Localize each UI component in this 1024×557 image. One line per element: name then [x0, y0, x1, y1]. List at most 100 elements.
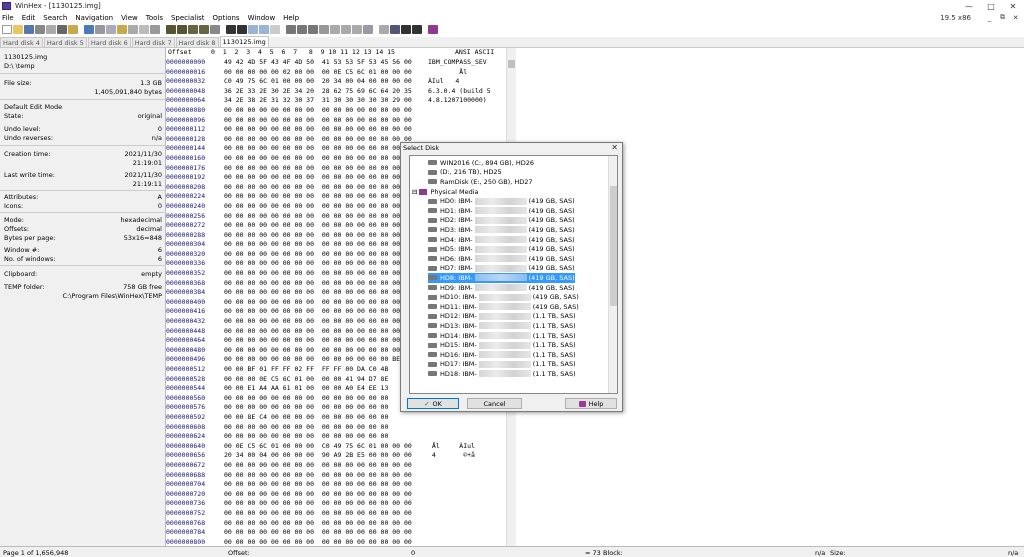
- hex-row[interactable]: 00 00 00 00 00 00 00 00 00 00 00 00 00 0…: [224, 461, 424, 471]
- disk-tree-scroll-thumb[interactable]: [610, 186, 617, 306]
- hex-row[interactable]: C0 49 75 6C 01 00 00 00 20 34 00 04 00 0…: [224, 77, 424, 87]
- hex-row[interactable]: 00 00 00 0E C5 6C 01 00 00 00 41 94 D7 8…: [224, 375, 424, 385]
- menu-specialist[interactable]: Specialist: [171, 14, 205, 22]
- hex-row[interactable]: 34 2E 38 2E 31 32 30 37 31 30 30 30 30 3…: [224, 96, 424, 106]
- find-next-icon[interactable]: [210, 25, 220, 34]
- ascii-row[interactable]: Ål ÀIul: [428, 442, 508, 452]
- menu-edit[interactable]: Edit: [22, 14, 36, 22]
- ascii-row[interactable]: [428, 480, 508, 490]
- physical-disk-item[interactable]: HD2: IBM- (419 GB, SAS): [428, 216, 575, 226]
- hex-row[interactable]: 00 00 00 00 00 00 00 00 00 00 00 00 00 0…: [224, 259, 424, 269]
- hex-row[interactable]: 00 00 00 00 00 00 00 00 00 00 00 00 00 0…: [224, 499, 424, 509]
- help-icon[interactable]: [428, 25, 438, 34]
- disk-tree[interactable]: WIN2016 (C:, 894 GB), HD26 (D:, 216 TB), …: [409, 155, 618, 394]
- tab-hard-disk-4[interactable]: Hard disk 4: [0, 37, 43, 47]
- tab-hard-disk-7[interactable]: Hard disk 7: [131, 37, 175, 47]
- physical-disk-item[interactable]: HD16: IBM- (1.1 TB, SAS): [428, 350, 576, 360]
- ascii-row[interactable]: [428, 432, 508, 442]
- case-icon[interactable]: [68, 25, 78, 34]
- hex-row[interactable]: 00 00 00 00 00 00 00 00 00 00 00 00 00 0…: [224, 154, 424, 164]
- hex-row[interactable]: 00 00 00 00 00 00 00 00 00 00 00 00 00 0…: [224, 394, 424, 404]
- hex-row[interactable]: 00 00 00 00 00 00 00 00 00 00 00 00 00 0…: [224, 173, 424, 183]
- tab-hard-disk-5[interactable]: Hard disk 5: [43, 37, 87, 47]
- collapse-icon[interactable]: ⊟: [412, 188, 417, 196]
- physical-media-node[interactable]: ⊟ Physical Media: [412, 187, 478, 197]
- hex-row[interactable]: 49 42 4D 5F 43 4F 4D 50 41 53 53 5F 53 4…: [224, 58, 424, 68]
- ascii-row[interactable]: [428, 490, 508, 500]
- extract-icon[interactable]: [270, 25, 280, 34]
- physical-disk-item[interactable]: HD8: IBM- (419 GB, SAS): [428, 273, 575, 283]
- hex-row[interactable]: 00 00 BF 01 FF FF 02 FF FF FF 00 DA C0 4…: [224, 365, 424, 375]
- physical-disk-item[interactable]: HD0: IBM- (419 GB, SAS): [428, 196, 575, 206]
- search-icon[interactable]: [330, 25, 340, 34]
- hex-scroll-thumb[interactable]: [508, 60, 515, 68]
- write-icon[interactable]: [150, 25, 160, 34]
- hex-row[interactable]: 00 00 00 00 00 00 00 00 00 00 00 00 00 0…: [224, 221, 424, 231]
- dialog-close-icon[interactable]: ✕: [611, 143, 618, 152]
- disk-tree-scrollbar[interactable]: [608, 156, 617, 393]
- save-icon[interactable]: [24, 25, 34, 34]
- paste-icon[interactable]: [117, 25, 127, 34]
- hex-row[interactable]: 00 00 00 00 00 00 00 00 00 00 00 00 00 0…: [224, 212, 424, 222]
- compare-icon[interactable]: [379, 25, 389, 34]
- mdi-close-icon[interactable]: ✕: [1009, 12, 1022, 23]
- hex-row[interactable]: 00 00 00 00 00 00 00 00 00 00 00 00 00 0…: [224, 183, 424, 193]
- hex-row[interactable]: 00 00 00 00 00 00 00 00 00 00 00 00 00 0…: [224, 279, 424, 289]
- ascii-row[interactable]: 4 ©+å: [428, 451, 508, 461]
- menu-navigation[interactable]: Navigation: [75, 14, 113, 22]
- ascii-row[interactable]: [428, 106, 508, 116]
- ascii-row[interactable]: ÀIul 4: [428, 77, 508, 87]
- find-hex-icon[interactable]: [177, 25, 187, 34]
- physical-disk-item[interactable]: HD15: IBM- (1.1 TB, SAS): [428, 340, 576, 350]
- physical-disk-item[interactable]: HD4: IBM- (419 GB, SAS): [428, 235, 575, 245]
- wipe-icon[interactable]: [352, 25, 362, 34]
- hex-row[interactable]: 00 00 00 00 00 00 00 00 00 00 00 00 00 0…: [224, 269, 424, 279]
- logical-drive-item[interactable]: WIN2016 (C:, 894 GB), HD26: [428, 158, 534, 168]
- ascii-row[interactable]: [428, 538, 508, 546]
- hex-row[interactable]: 00 00 00 00 00 00 00 00 00 00 00 00 00 0…: [224, 346, 424, 356]
- ascii-row[interactable]: [428, 125, 508, 135]
- logical-drive-item[interactable]: RamDisk (E:, 250 GB), HD27: [428, 177, 532, 187]
- menu-search[interactable]: Search: [43, 14, 67, 22]
- menu-tools[interactable]: Tools: [146, 14, 163, 22]
- help-button[interactable]: Help: [565, 398, 617, 409]
- find-text-icon[interactable]: [166, 25, 176, 34]
- menu-window[interactable]: Window: [248, 14, 276, 22]
- ascii-row[interactable]: 4.8.1207100000): [428, 96, 508, 106]
- goto-sector-icon[interactable]: [237, 25, 247, 34]
- minimize-icon[interactable]: —: [958, 0, 980, 12]
- hex-row[interactable]: 00 00 00 00 00 00 00 00 00 00 00 00 00 0…: [224, 432, 424, 442]
- hash-icon[interactable]: [319, 25, 329, 34]
- physical-disk-item[interactable]: HD17: IBM- (1.1 TB, SAS): [428, 360, 576, 370]
- cut-icon[interactable]: [95, 25, 105, 34]
- physical-disk-item[interactable]: HD11: IBM- (419 GB, SAS): [428, 302, 579, 312]
- menu-help[interactable]: Help: [283, 14, 299, 22]
- hex-row[interactable]: 00 00 00 00 00 02 00 00 00 0E C5 6C 01 0…: [224, 68, 424, 78]
- hex-row[interactable]: 00 00 00 00 00 00 00 00 00 00 00 00 00 0…: [224, 471, 424, 481]
- new-file-icon[interactable]: [2, 25, 12, 34]
- hex-row[interactable]: 00 00 00 00 00 00 00 00 00 00 00 00 00 0…: [224, 336, 424, 346]
- open-folder-icon[interactable]: [13, 25, 23, 34]
- hex-row[interactable]: 20 34 00 04 00 00 00 00 90 A9 2B E5 00 0…: [224, 451, 424, 461]
- hex-row[interactable]: 00 00 00 00 00 00 00 00 00 00 00 00 00 0…: [224, 125, 424, 135]
- ascii-row[interactable]: [428, 413, 508, 423]
- hex-row[interactable]: 00 0E C5 6C 01 00 00 00 C0 49 75 6C 01 0…: [224, 442, 424, 452]
- hex-row[interactable]: 00 00 00 00 00 00 00 00 00 00 00 00 00 0…: [224, 116, 424, 126]
- print-icon[interactable]: [35, 25, 45, 34]
- hex-row[interactable]: 00 00 00 00 00 00 00 00 00 00 00 00 00 0…: [224, 202, 424, 212]
- hex-row[interactable]: 00 00 00 00 00 00 00 00 00 00 00 00 00 0…: [224, 307, 424, 317]
- hex-row[interactable]: 00 00 00 00 00 00 00 00 00 00 00 00 00 0…: [224, 480, 424, 490]
- paste-special-icon[interactable]: [128, 25, 138, 34]
- tab-hard-disk-6[interactable]: Hard disk 6: [87, 37, 131, 47]
- snapshot-icon[interactable]: [390, 25, 400, 34]
- properties-icon[interactable]: [46, 25, 56, 34]
- ascii-row[interactable]: [428, 461, 508, 471]
- hex-row[interactable]: 00 00 00 00 00 00 00 00 00 00 00 00 00 0…: [224, 298, 424, 308]
- hex-row[interactable]: 00 00 00 00 00 00 00 00 00 00 00 00 00 0…: [224, 250, 424, 260]
- hex-row[interactable]: 00 00 00 00 00 00 00 00 00 00 00 00 00 0…: [224, 317, 424, 327]
- physical-disk-item[interactable]: HD1: IBM- (419 GB, SAS): [428, 206, 575, 216]
- hex-data-column[interactable]: 49 42 4D 5F 43 4F 4D 50 41 53 53 5F 53 4…: [224, 58, 424, 546]
- ascii-row[interactable]: [428, 471, 508, 481]
- ascii-row[interactable]: [428, 116, 508, 126]
- hex-row[interactable]: 00 00 00 00 00 00 00 00 00 00 00 00 00 0…: [224, 144, 424, 154]
